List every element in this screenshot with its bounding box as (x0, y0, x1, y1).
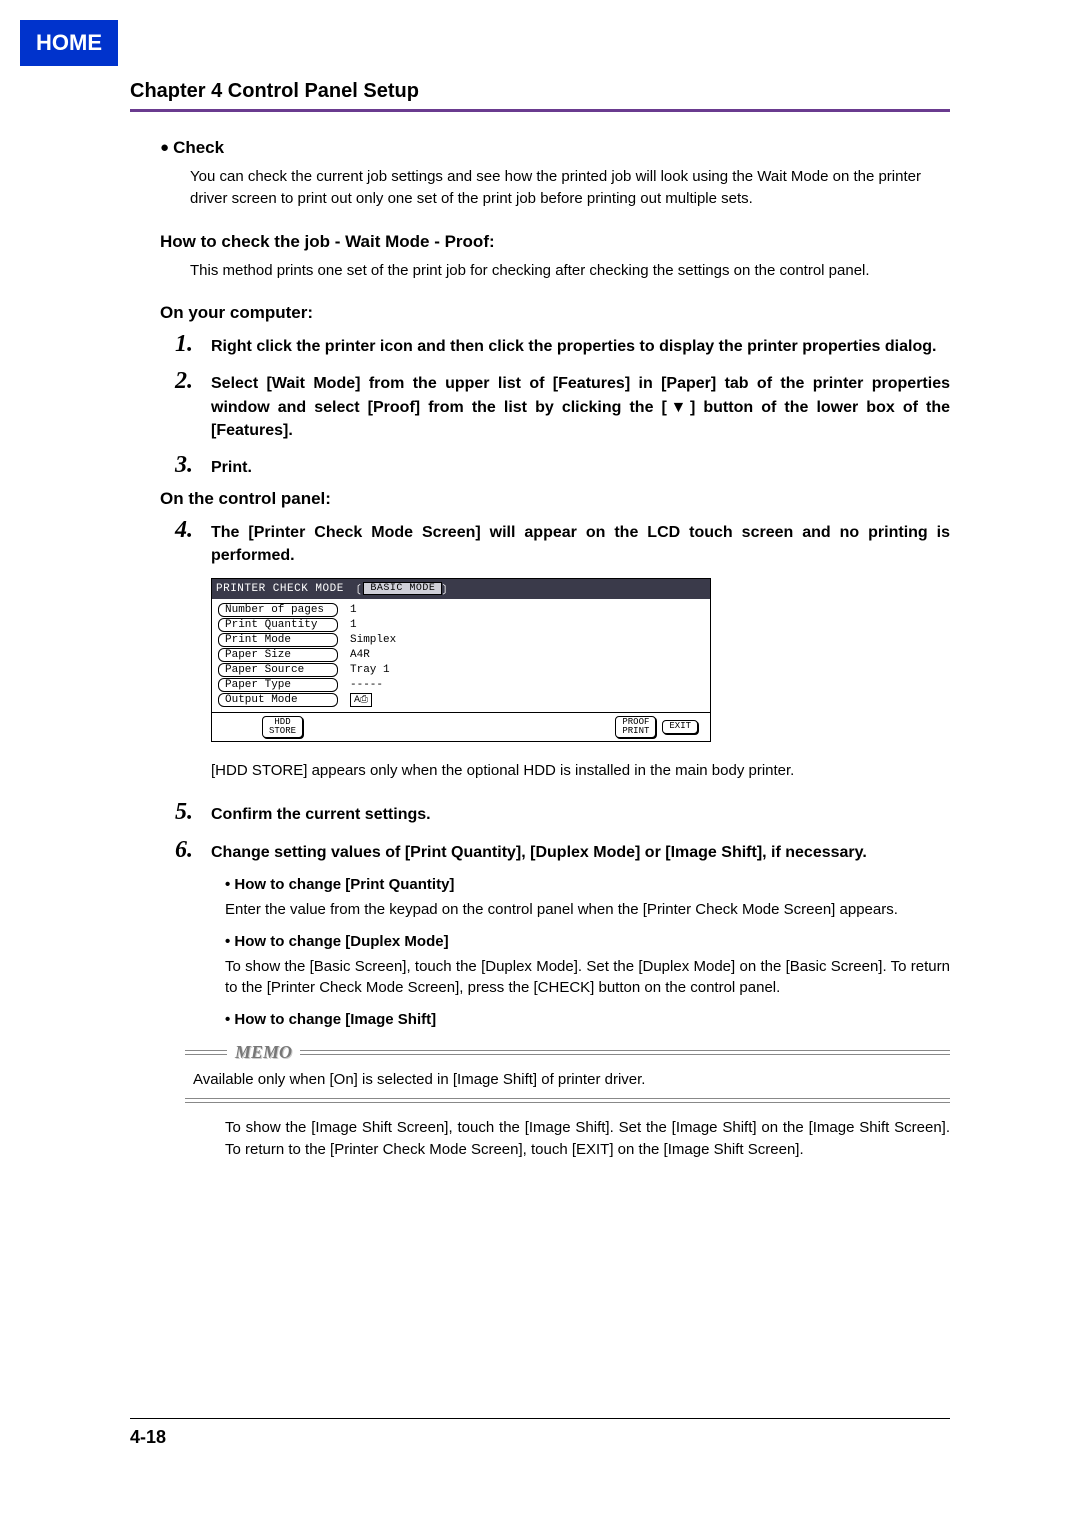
step-number: 2. (175, 368, 211, 395)
lcd-field-value: ----- (350, 679, 383, 691)
howto-body: This method prints one set of the print … (190, 260, 950, 282)
lcd-row-papersize: Paper Size A4R (218, 648, 704, 662)
check-body: You can check the current job settings a… (190, 166, 950, 210)
memo-box: MEMO Available only when [On] is selecte… (185, 1042, 950, 1103)
lcd-tab-bracket: 〕 (442, 581, 454, 597)
sub-body-duplex-mode: To show the [Basic Screen], touch the [D… (225, 956, 950, 1000)
lcd-row-quantity: Print Quantity 1 (218, 618, 704, 632)
step-2: 2. Select [Wait Mode] from the upper lis… (175, 368, 950, 442)
step-number: 6. (175, 837, 211, 864)
step-3: 3. Print. (175, 452, 950, 479)
lcd-field-label: Paper Size (218, 648, 338, 662)
step-number: 1. (175, 331, 211, 358)
lcd-field-value: A4R (350, 649, 370, 661)
lcd-field-value: 1 (350, 604, 357, 616)
lcd-screenshot: PRINTER CHECK MODE 〔 BASIC MODE 〕 Number… (211, 578, 950, 743)
on-panel-heading: On the control panel: (160, 489, 950, 509)
lcd-field-value: Tray 1 (350, 664, 390, 676)
lcd-field-value: 1 (350, 619, 357, 631)
lcd-row-papertype: Paper Type ----- (218, 678, 704, 692)
lcd-button-bar: HDD STORE PROOF PRINT EXIT (212, 712, 710, 742)
lcd-field-label: Paper Source (218, 663, 338, 677)
sub-heading-duplex-mode: How to change [Duplex Mode] (225, 933, 950, 950)
step-number: 3. (175, 452, 211, 479)
lcd-panel: PRINTER CHECK MODE 〔 BASIC MODE 〕 Number… (211, 578, 711, 743)
step-text: The [Printer Check Mode Screen] will app… (211, 521, 950, 567)
lcd-proof-print-button: PROOF PRINT (615, 716, 656, 739)
lcd-row-pages: Number of pages 1 (218, 603, 704, 617)
hdd-note: [HDD STORE] appears only when the option… (211, 760, 950, 781)
chapter-title: Chapter 4 Control Panel Setup (130, 80, 950, 112)
step-text: Confirm the current settings. (211, 803, 431, 826)
step-number: 5. (175, 799, 211, 826)
output-mode-icon: A⎙ (350, 693, 372, 707)
step-6: 6. Change setting values of [Print Quant… (175, 837, 950, 864)
lcd-body: Number of pages 1 Print Quantity 1 Print… (212, 599, 710, 712)
lcd-field-label: Print Quantity (218, 618, 338, 632)
step-text: Select [Wait Mode] from the upper list o… (211, 372, 950, 442)
step-text: Right click the printer icon and then cl… (211, 335, 936, 358)
sub-heading-image-shift: How to change [Image Shift] (225, 1011, 950, 1028)
lcd-field-value: Simplex (350, 634, 396, 646)
check-heading: Check (160, 138, 950, 158)
lcd-hdd-store-button: HDD STORE (262, 716, 303, 739)
lcd-field-label: Number of pages (218, 603, 338, 617)
howto-heading: How to check the job - Wait Mode - Proof… (160, 232, 950, 252)
lcd-row-papersource: Paper Source Tray 1 (218, 663, 704, 677)
memo-rule-icon (185, 1050, 227, 1055)
step-4: 4. The [Printer Check Mode Screen] will … (175, 517, 950, 567)
lcd-title: PRINTER CHECK MODE (216, 583, 344, 595)
step-number: 4. (175, 517, 211, 544)
lcd-field-label: Paper Type (218, 678, 338, 692)
step-text: Print. (211, 456, 252, 479)
sub-body-print-quantity: Enter the value from the keypad on the c… (225, 899, 950, 921)
step-text: Change setting values of [Print Quantity… (211, 841, 867, 864)
home-button[interactable]: HOME (20, 20, 118, 66)
memo-label: MEMO (235, 1042, 292, 1063)
lcd-row-printmode: Print Mode Simplex (218, 633, 704, 647)
lcd-row-outputmode: Output Mode A⎙ (218, 693, 704, 707)
lcd-field-label: Print Mode (218, 633, 338, 647)
memo-rule-icon (300, 1050, 950, 1055)
sub-heading-print-quantity: How to change [Print Quantity] (225, 876, 950, 893)
lcd-field-label: Output Mode (218, 693, 338, 707)
lcd-tab-basic-mode: BASIC MODE (363, 582, 442, 595)
lcd-titlebar: PRINTER CHECK MODE 〔 BASIC MODE 〕 (212, 579, 710, 599)
page-number: 4-18 (130, 1427, 166, 1447)
lcd-exit-button: EXIT (662, 720, 698, 733)
lcd-tab-bracket: 〔 (350, 581, 362, 597)
page-content: Chapter 4 Control Panel Setup Check You … (130, 80, 950, 1161)
sub-body-image-shift: To show the [Image Shift Screen], touch … (225, 1117, 950, 1161)
page-footer: 4-18 (130, 1418, 950, 1448)
step-5: 5. Confirm the current settings. (175, 799, 950, 826)
on-computer-heading: On your computer: (160, 303, 950, 323)
memo-rule-icon (185, 1098, 950, 1103)
step-1: 1. Right click the printer icon and then… (175, 331, 950, 358)
memo-text: Available only when [On] is selected in … (193, 1071, 950, 1088)
